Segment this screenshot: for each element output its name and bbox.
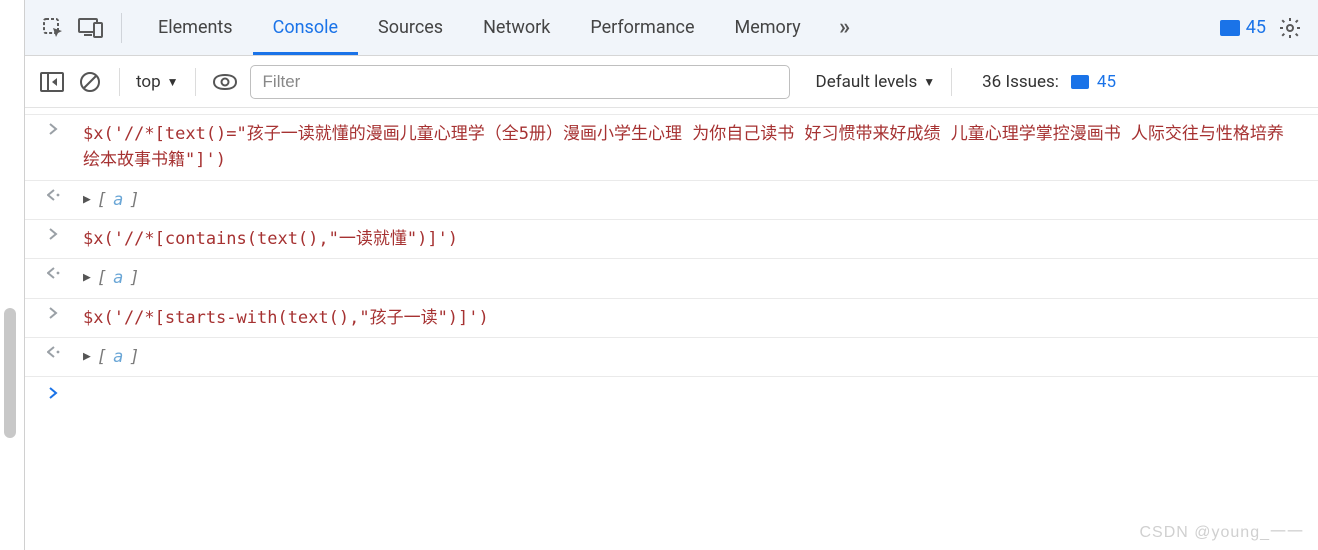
settings-icon[interactable] (1276, 14, 1304, 42)
expand-triangle-icon[interactable]: ▶ (83, 347, 91, 367)
levels-label: Default levels (816, 72, 918, 92)
messages-badge[interactable]: 45 (1220, 17, 1266, 38)
bracket-open: [ (97, 187, 107, 213)
output-value[interactable]: ▶ [a] (77, 265, 1294, 291)
clear-console-icon[interactable] (77, 69, 103, 95)
expand-triangle-icon[interactable]: ▶ (83, 190, 91, 210)
tab-memory[interactable]: Memory (715, 0, 821, 55)
issues-count: 45 (1097, 72, 1116, 92)
bracket-close: ] (129, 344, 139, 370)
console-toolbar: top ▼ Default levels ▼ 36 Issues: 45 (25, 56, 1318, 108)
output-marker-icon (41, 187, 67, 201)
page-scrollbar[interactable] (4, 308, 16, 438)
inspect-icon[interactable] (39, 14, 67, 42)
issues-link[interactable]: 36 Issues: 45 (982, 72, 1116, 92)
input-code[interactable]: $x('//*[text()="孩子一读就懂的漫画儿童心理学（全5册）漫画小学生… (77, 121, 1294, 174)
input-code[interactable]: $x('//*[starts-with(text(),"孩子一读")]') (77, 305, 1294, 331)
console-output-row: ▶ [a] (25, 181, 1318, 220)
input-marker-icon (41, 121, 67, 135)
array-item[interactable]: a (113, 265, 123, 291)
divider (121, 13, 122, 43)
bracket-close: ] (129, 187, 139, 213)
input-code[interactable]: $x('//*[contains(text(),"一读就懂")]') (77, 226, 1294, 252)
bracket-open: [ (97, 344, 107, 370)
live-expression-icon[interactable] (212, 69, 238, 95)
divider (119, 68, 120, 96)
divider (195, 68, 196, 96)
tab-performance[interactable]: Performance (570, 0, 714, 55)
device-toggle-icon[interactable] (77, 14, 105, 42)
devtools-panel: Elements Console Sources Network Perform… (24, 0, 1318, 550)
messages-count: 45 (1246, 17, 1266, 38)
tab-list: Elements Console Sources Network Perform… (138, 0, 821, 55)
tab-sources[interactable]: Sources (358, 0, 463, 55)
prompt-marker-icon (41, 385, 67, 399)
issues-label: 36 Issues: (982, 72, 1059, 92)
toggle-sidebar-icon[interactable] (39, 69, 65, 95)
message-icon (1220, 20, 1240, 36)
console-input-row: $x('//*[starts-with(text(),"孩子一读")]') (25, 299, 1318, 338)
console-output-row: ▶ [a] (25, 259, 1318, 298)
expand-triangle-icon[interactable]: ▶ (83, 268, 91, 288)
chevron-down-icon: ▼ (923, 75, 935, 89)
tab-elements[interactable]: Elements (138, 0, 253, 55)
console-input-row: $x('//*[contains(text(),"一读就懂")]') (25, 220, 1318, 259)
message-icon (1071, 75, 1089, 89)
divider (951, 68, 952, 96)
console-log-area: $x('//*[text()="孩子一读就懂的漫画儿童心理学（全5册）漫画小学生… (25, 108, 1318, 407)
tab-network[interactable]: Network (463, 0, 570, 55)
array-item[interactable]: a (113, 187, 123, 213)
tab-console[interactable]: Console (253, 0, 358, 55)
output-marker-icon (41, 265, 67, 279)
output-value[interactable]: ▶ [a] (77, 187, 1294, 213)
chevron-down-icon: ▼ (167, 75, 179, 89)
output-value[interactable]: ▶ [a] (77, 344, 1294, 370)
console-input-row: $x('//*[text()="孩子一读就懂的漫画儿童心理学（全5册）漫画小学生… (25, 114, 1318, 181)
more-tabs-icon[interactable]: » (831, 14, 859, 42)
filter-input[interactable] (250, 65, 790, 99)
input-marker-icon (41, 226, 67, 240)
context-label: top (136, 72, 161, 92)
array-item[interactable]: a (113, 344, 123, 370)
console-output-row: ▶ [a] (25, 338, 1318, 377)
log-levels-selector[interactable]: Default levels ▼ (816, 72, 936, 92)
context-selector[interactable]: top ▼ (136, 72, 179, 92)
bracket-close: ] (129, 265, 139, 291)
output-marker-icon (41, 344, 67, 358)
bracket-open: [ (97, 265, 107, 291)
console-prompt-row[interactable] (25, 377, 1318, 407)
watermark: CSDN @young_一一 (1139, 518, 1304, 542)
input-marker-icon (41, 305, 67, 319)
devtools-tabbar: Elements Console Sources Network Perform… (25, 0, 1318, 56)
